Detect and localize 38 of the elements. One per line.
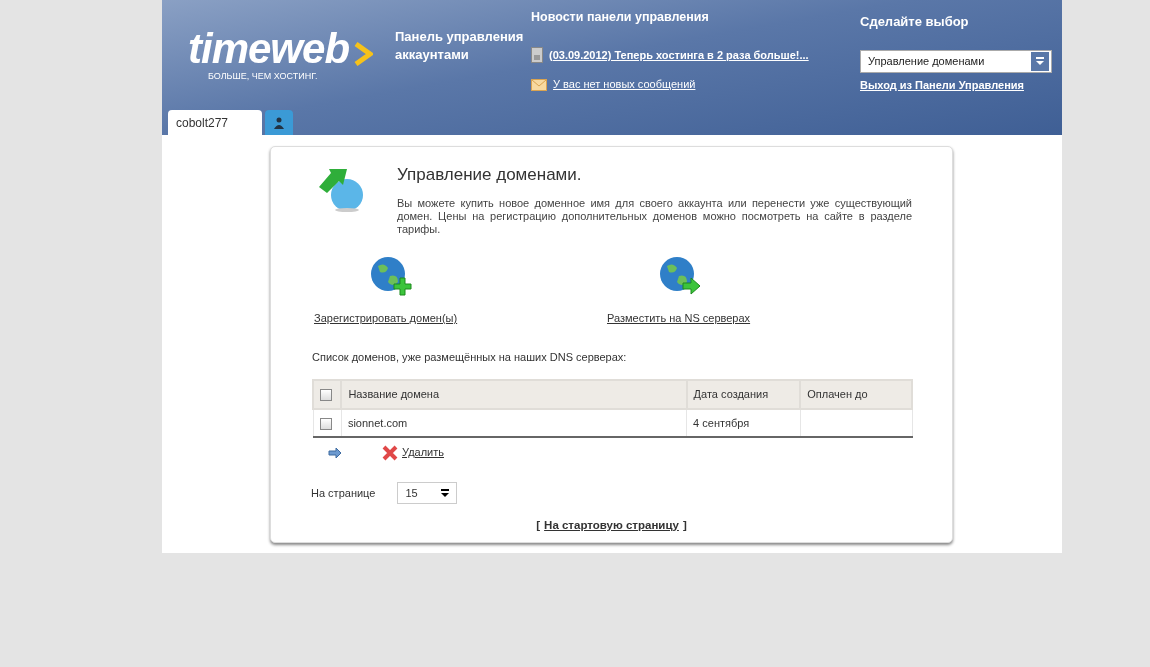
table-cell: 4 сентября: [693, 416, 750, 429]
per-page-select[interactable]: 15: [397, 481, 458, 504]
account-tab[interactable]: cobolt277: [168, 110, 262, 135]
chevron-icon: [353, 42, 374, 66]
logo-text: timeweb: [188, 28, 350, 70]
register-domain-link[interactable]: Зарегистрировать домен(ы): [314, 310, 458, 327]
dropdown-icon: [440, 487, 451, 498]
checkbox[interactable]: [319, 418, 332, 430]
user-tab[interactable]: [265, 110, 293, 135]
panel-title: Панель управления аккаунтами: [395, 28, 525, 64]
column-header: Оплачен до: [800, 380, 912, 409]
column-header: Дата создания: [686, 380, 801, 409]
list-caption: Список доменов, уже размещённых на наших DNS серверах:: [312, 349, 627, 365]
delete-link[interactable]: Удалить: [402, 444, 444, 461]
column-header: Название домена: [341, 380, 687, 409]
section-select[interactable]: Управление доменами: [860, 49, 1052, 73]
bracket-text: ]: [682, 517, 687, 533]
table-cell: sionnet.com: [347, 416, 408, 429]
choice-title: Сделайте выбор: [860, 13, 969, 31]
redo-arrow-icon[interactable]: [328, 446, 342, 459]
logout-link[interactable]: Выход из Панели Управления: [860, 76, 1024, 93]
dropdown-icon: [1035, 56, 1045, 66]
checkbox[interactable]: [320, 389, 332, 402]
home-link[interactable]: На стартовую страницу: [544, 516, 679, 535]
per-page-label: На странице: [311, 485, 376, 501]
bracket-text: [: [536, 517, 541, 533]
page-title: Управление доменами.: [397, 165, 583, 186]
description-text: Вы можете купить новое доменное имя для своего аккаунта или перенести уже существующий домен. Цены на регистрацию дополнительных доменов можно посмотреть на сайте в разделе тарифы.: [397, 197, 912, 237]
messages-link[interactable]: У вас нет новых сообщений: [553, 76, 696, 93]
document-icon: [531, 47, 543, 63]
logo-tagline: БОЛЬШЕ, ЧЕМ ХОСТИНГ.: [208, 70, 318, 83]
news-title: Новости панели управления: [531, 9, 709, 26]
user-icon: [274, 117, 284, 130]
envelope-icon: [531, 78, 547, 91]
delete-icon: [382, 444, 398, 461]
globe-plus-icon: [370, 256, 412, 299]
ns-servers-link[interactable]: Разместить на NS серверах: [607, 310, 751, 327]
news-link[interactable]: (03.09.2012) Теперь хостинга в 2 раза больше!...: [549, 46, 809, 64]
